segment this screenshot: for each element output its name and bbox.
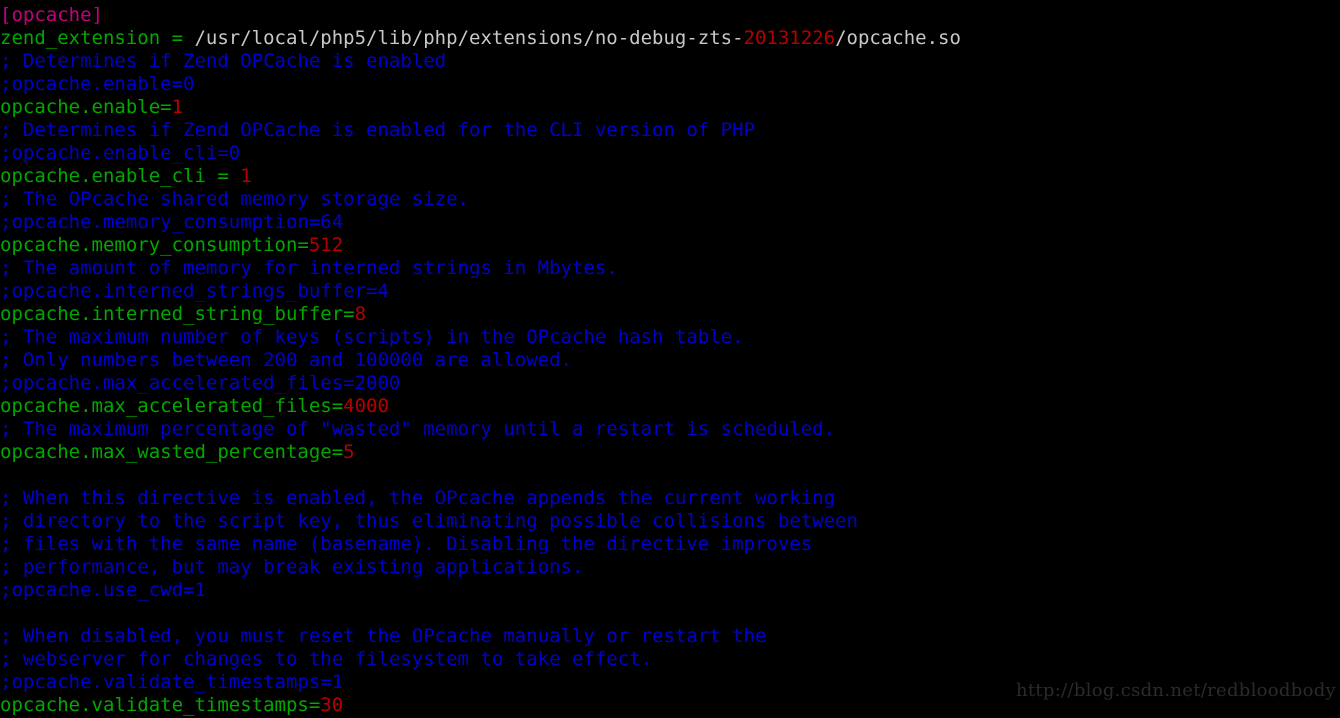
code-line[interactable]: ; Only numbers between 200 and 100000 ar… <box>0 348 1340 371</box>
code-line[interactable]: ; The amount of memory for interned stri… <box>0 256 1340 279</box>
code-token-comment: ;opcache.max_accelerated_files=2000 <box>0 372 401 394</box>
code-line[interactable]: ;opcache.interned_strings_buffer=4 <box>0 279 1340 302</box>
code-token-value: 20131226 <box>743 27 836 49</box>
code-line[interactable]: ; Determines if Zend OPCache is enabled … <box>0 118 1340 141</box>
code-line[interactable]: ; directory to the script key, thus elim… <box>0 509 1340 532</box>
code-line[interactable]: zend_extension = /usr/local/php5/lib/php… <box>0 26 1340 49</box>
code-line[interactable]: opcache.memory_consumption=512 <box>0 233 1340 256</box>
code-token-value: 4000 <box>343 395 389 417</box>
code-line[interactable]: ; webserver for changes to the filesyste… <box>0 647 1340 670</box>
code-token-value: 5 <box>343 441 355 463</box>
code-line[interactable]: opcache.max_accelerated_files=4000 <box>0 394 1340 417</box>
code-token-comment: ;opcache.memory_consumption=64 <box>0 211 344 233</box>
code-line[interactable]: ; files with the same name (basename). D… <box>0 532 1340 555</box>
code-token-key: opcache.enable= <box>0 96 172 118</box>
code-token-blank <box>0 464 11 486</box>
code-token-section: [opcache] <box>0 4 103 26</box>
code-token-value: 1 <box>171 96 184 118</box>
code-token-comment: ; Determines if Zend OPCache is enabled … <box>0 119 755 141</box>
code-token-comment: ; The amount of memory for interned stri… <box>0 257 618 279</box>
code-line[interactable]: opcache.enable=1 <box>0 95 1340 118</box>
code-line[interactable]: ; The OPcache shared memory storage size… <box>0 187 1340 210</box>
code-line[interactable]: ; performance, but may break existing ap… <box>0 555 1340 578</box>
code-line[interactable]: ;opcache.enable_cli=0 <box>0 141 1340 164</box>
code-token-comment: ;opcache.interned_strings_buffer=4 <box>0 280 389 302</box>
code-line[interactable]: ; The maximum number of keys (scripts) i… <box>0 325 1340 348</box>
code-token-comment: ; The OPcache shared memory storage size… <box>0 188 469 210</box>
code-token-comment: ; Only numbers between 200 and 100000 ar… <box>0 349 572 371</box>
code-line[interactable]: ;opcache.max_accelerated_files=2000 <box>0 371 1340 394</box>
code-line[interactable]: ; When disabled, you must reset the OPca… <box>0 624 1340 647</box>
code-token-key: opcache.interned_string_buffer= <box>0 303 355 325</box>
watermark-url: http://blog.csdn.net/redbloodbody <box>1015 680 1336 701</box>
code-editor-surface[interactable]: [opcache] zend_extension = /usr/local/php… <box>0 0 1340 718</box>
code-token-comment: ; When disabled, you must reset the OPca… <box>0 625 767 647</box>
code-token-key: opcache.memory_consumption= <box>0 234 309 256</box>
code-token-comment: ; When this directive is enabled, the OP… <box>0 487 836 509</box>
code-line[interactable]: ; Determines if Zend OPCache is enabled <box>0 49 1340 72</box>
code-token-value: 512 <box>308 234 344 256</box>
code-token-comment: ;opcache.enable_cli=0 <box>0 142 241 164</box>
code-line[interactable]: ; When this directive is enabled, the OP… <box>0 486 1340 509</box>
code-line[interactable] <box>0 463 1340 486</box>
code-lines-container[interactable]: [opcache] zend_extension = /usr/local/php… <box>0 3 1340 716</box>
code-token-value: 30 <box>320 694 344 716</box>
code-token-comment: ; Determines if Zend OPCache is enabled <box>0 50 447 72</box>
code-line[interactable]: ;opcache.use_cwd=1 <box>0 578 1340 601</box>
code-token-comment: ;opcache.use_cwd=1 <box>0 579 206 601</box>
code-token-comment: ; The maximum percentage of "wasted" mem… <box>0 418 836 440</box>
code-token-blank <box>0 602 11 624</box>
code-token-key: zend_extension = <box>0 27 195 49</box>
code-line[interactable]: opcache.max_wasted_percentage=5 <box>0 440 1340 463</box>
code-line[interactable]: opcache.interned_string_buffer=8 <box>0 302 1340 325</box>
code-token-key: opcache.enable_cli = <box>0 165 241 187</box>
code-token-key: opcache.validate_timestamps= <box>0 694 321 716</box>
code-token-value: 1 <box>240 165 252 187</box>
code-token-comment: ; webserver for changes to the filesyste… <box>0 648 653 670</box>
code-line[interactable]: opcache.enable_cli = 1 <box>0 164 1340 187</box>
code-token-path: /opcache.so <box>835 27 961 49</box>
code-token-value: 8 <box>354 303 367 325</box>
code-token-comment: ; performance, but may break existing ap… <box>0 556 584 578</box>
code-token-comment: ;opcache.enable=0 <box>0 73 195 95</box>
code-line[interactable]: ;opcache.enable=0 <box>0 72 1340 95</box>
code-token-path: /usr/local/php5/lib/php/extensions/no-de… <box>194 27 744 49</box>
code-token-comment: ; directory to the script key, thus elim… <box>0 510 858 532</box>
code-token-key: opcache.max_wasted_percentage= <box>0 441 344 463</box>
code-token-comment: ; The maximum number of keys (scripts) i… <box>0 326 744 348</box>
code-line[interactable]: ;opcache.memory_consumption=64 <box>0 210 1340 233</box>
code-line[interactable]: [opcache] <box>0 3 1340 26</box>
code-token-comment: ;opcache.validate_timestamps=1 <box>0 671 344 693</box>
code-line[interactable] <box>0 601 1340 624</box>
code-token-comment: ; files with the same name (basename). D… <box>0 533 813 555</box>
code-token-key: opcache.max_accelerated_files= <box>0 395 344 417</box>
code-line[interactable]: ; The maximum percentage of "wasted" mem… <box>0 417 1340 440</box>
